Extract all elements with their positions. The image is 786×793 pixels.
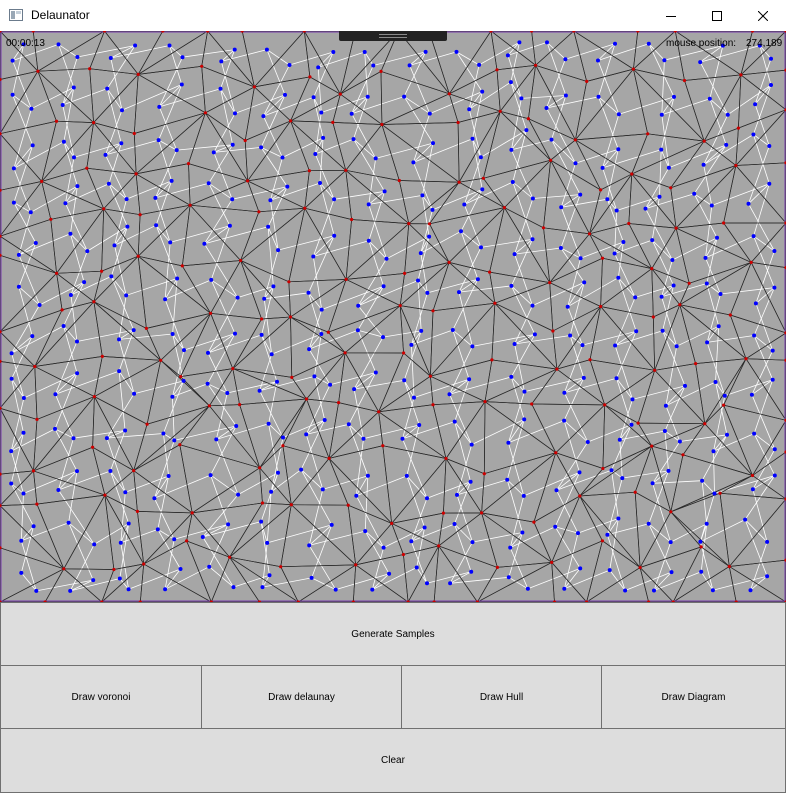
app-icon — [9, 9, 23, 21]
generate-samples-button[interactable]: Generate Samples — [0, 602, 786, 666]
elapsed-timer: 00:00:13 — [6, 38, 45, 49]
canvas-drag-handle[interactable] — [339, 31, 447, 41]
draw-hull-button[interactable]: Draw Hull — [401, 665, 602, 729]
drawing-canvas[interactable]: 00:00:13 mouse position: 274,189 — [0, 31, 786, 602]
delaunay-voronoi-diagram — [0, 31, 786, 602]
title-bar[interactable]: Delaunator — [0, 0, 786, 32]
close-button[interactable] — [740, 0, 786, 31]
clear-button[interactable]: Clear — [0, 728, 786, 793]
voronoi-edges — [10, 42, 776, 592]
draw-delaunay-button[interactable]: Draw delaunay — [201, 665, 402, 729]
minimize-icon — [666, 15, 676, 17]
close-icon — [758, 10, 768, 21]
mouse-position-label: mouse position: — [666, 38, 737, 49]
draw-diagram-button[interactable]: Draw Diagram — [601, 665, 786, 729]
delaunay-edges — [0, 31, 786, 602]
mouse-position-value: 274,189 — [746, 38, 783, 49]
maximize-button[interactable] — [694, 0, 740, 31]
window-title: Delaunator — [31, 8, 90, 22]
draw-voronoi-button[interactable]: Draw voronoi — [0, 665, 202, 729]
maximize-icon — [712, 10, 722, 21]
minimize-button[interactable] — [648, 0, 694, 31]
